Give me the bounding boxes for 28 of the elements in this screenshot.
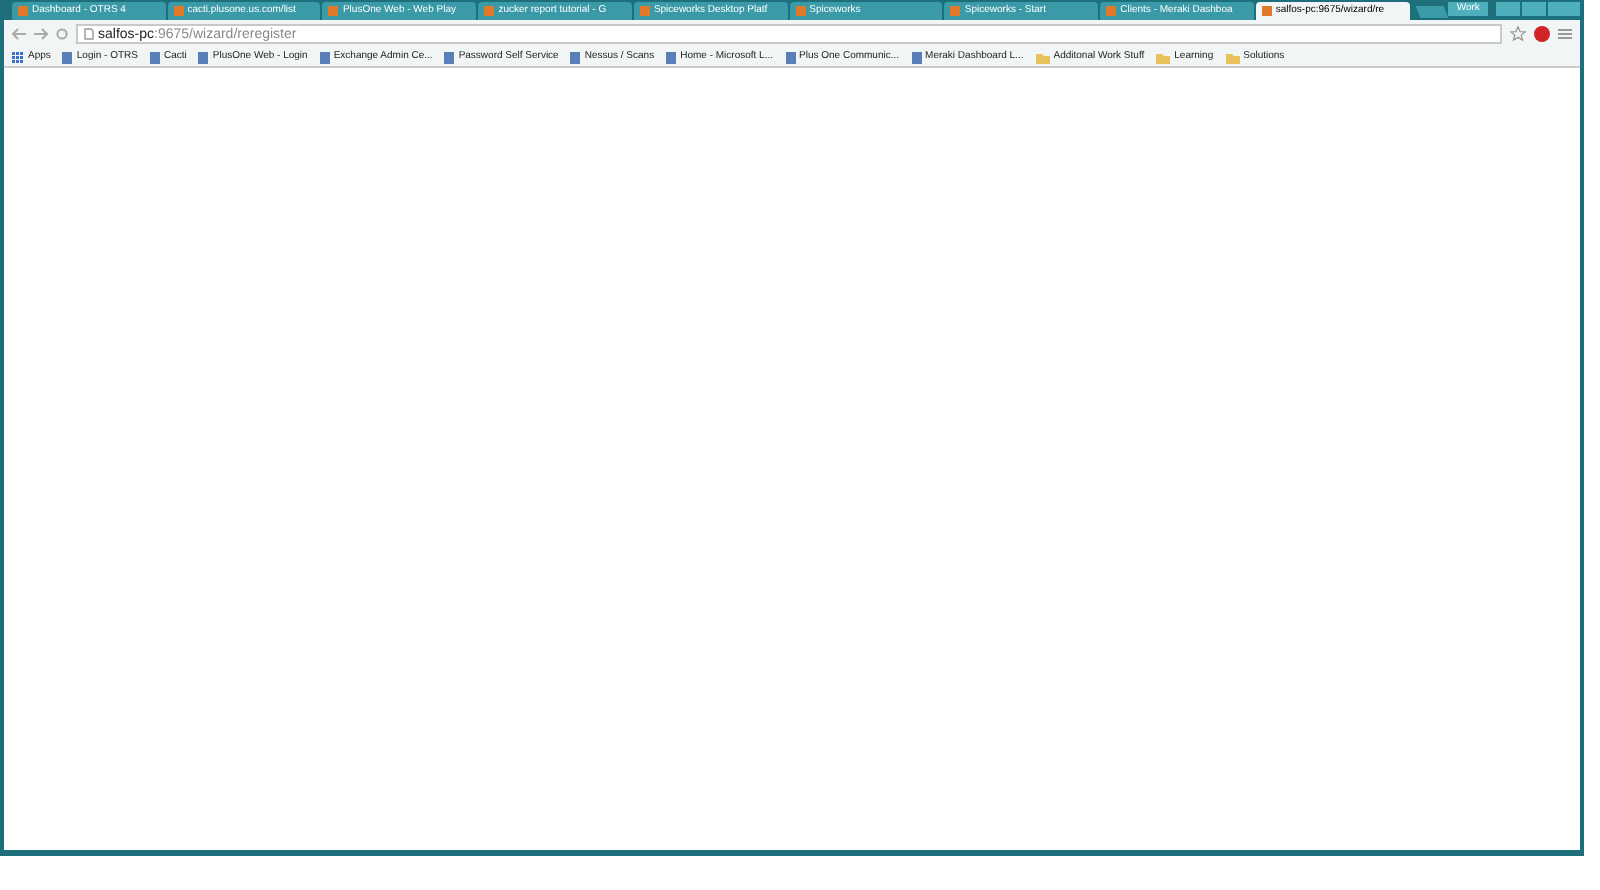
back-arrow-icon[interactable] (12, 28, 26, 40)
menu-icon[interactable] (1558, 28, 1572, 40)
close-button[interactable] (1547, 2, 1580, 16)
reload-icon[interactable] (56, 28, 68, 40)
maximize-button[interactable] (1521, 2, 1546, 16)
page-icon (173, 6, 184, 16)
page-icon (444, 51, 455, 63)
page-icon (950, 6, 961, 16)
page-icon (328, 6, 339, 16)
new-tab-button[interactable] (1415, 6, 1447, 18)
page-icon (18, 6, 28, 16)
forward-arrow-icon[interactable] (34, 28, 48, 40)
page-icon (1261, 6, 1272, 16)
page-icon (1106, 6, 1117, 16)
star-icon[interactable] (1510, 26, 1526, 42)
page-icon (570, 51, 581, 63)
page-icon (484, 6, 495, 16)
page-icon (785, 51, 795, 63)
page-icon (639, 6, 650, 16)
page-icon (911, 51, 922, 63)
extension-icon[interactable] (1534, 26, 1550, 42)
page-icon (319, 51, 330, 63)
page-icon (198, 51, 209, 63)
minimize-button[interactable] (1495, 2, 1520, 16)
page-icon (149, 51, 160, 63)
apps-grid-icon (12, 51, 24, 63)
page-icon (666, 51, 677, 63)
page-icon (795, 6, 806, 16)
